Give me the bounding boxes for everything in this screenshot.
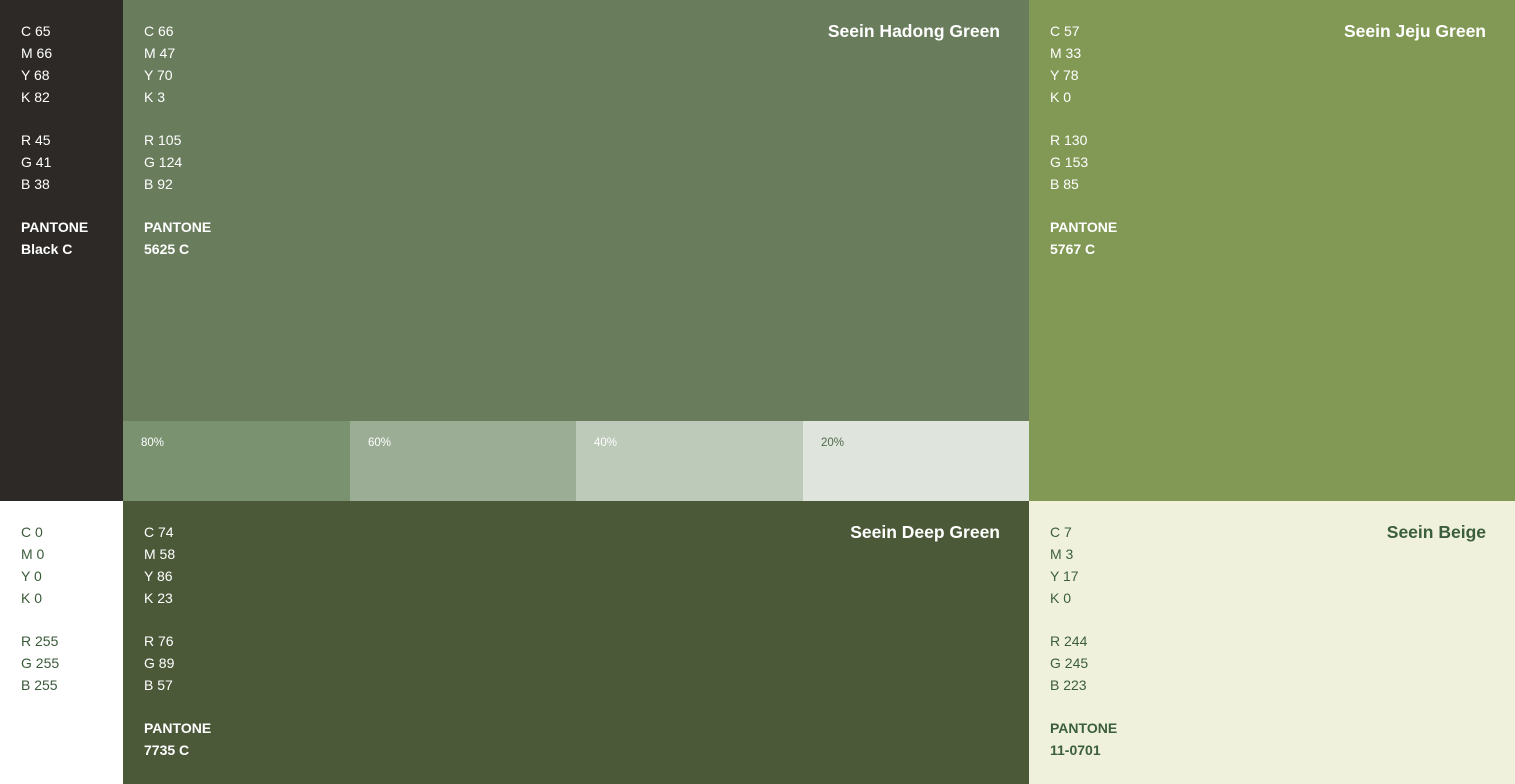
jeju-g: G 153 (1050, 154, 1089, 170)
jeju-r: R 130 (1050, 132, 1088, 148)
beige-g: G 245 (1050, 655, 1089, 671)
hadong-y: Y 70 (144, 67, 173, 83)
beige-y: Y 17 (1050, 568, 1079, 584)
swatch-white: C 0 M 0 Y 0 K 0 R 255 G 255 B 255 (0, 501, 123, 784)
black-b: B 38 (21, 176, 50, 192)
tint-80: 80% (123, 421, 350, 501)
tint-60-label: 60% (368, 437, 392, 449)
hadong-title: Seein Hadong Green (827, 21, 1000, 41)
deep-g: G 89 (144, 655, 175, 671)
beige-b: B 223 (1050, 677, 1087, 693)
jeju-specs: C 57 M 33 Y 78 K 0 R 130 G 153 B 85 PANT… (1050, 20, 1117, 260)
swatch-jeju-green: C 57 M 33 Y 78 K 0 R 130 G 153 B 85 PANT… (1029, 0, 1515, 501)
tint-20-label: 20% (821, 437, 845, 449)
tint-40: 40% (576, 421, 803, 501)
jeju-k: K 0 (1050, 89, 1072, 105)
tint-80-label: 80% (141, 437, 165, 449)
white-m: M 0 (21, 546, 45, 562)
jeju-y: Y 78 (1050, 67, 1079, 83)
white-b: B 255 (21, 677, 58, 693)
hadong-pantone-label: PANTONE (144, 219, 212, 235)
hadong-c: C 66 (144, 23, 174, 39)
white-g: G 255 (21, 655, 60, 671)
white-k: K 0 (21, 590, 43, 606)
hadong-pantone-code: 5625 C (144, 241, 190, 257)
beige-pantone-code: 11-0701 (1050, 742, 1101, 758)
jeju-pantone-code: 5767 C (1050, 241, 1096, 257)
deep-k: K 23 (144, 590, 173, 606)
black-r: R 45 (21, 132, 51, 148)
deep-pantone-label: PANTONE (144, 720, 212, 736)
jeju-pantone-label: PANTONE (1050, 219, 1118, 235)
tint-20: 20% (803, 421, 1029, 501)
black-y: Y 68 (21, 67, 50, 83)
jeju-m: M 33 (1050, 45, 1082, 61)
swatch-deep-green: C 74 M 58 Y 86 K 23 R 76 G 89 B 57 PANTO… (123, 501, 1029, 784)
white-c: C 0 (21, 524, 43, 540)
tint-60: 60% (350, 421, 576, 501)
swatch-beige: C 7 M 3 Y 17 K 0 R 244 G 245 B 223 PANTO… (1029, 501, 1515, 784)
black-specs: C 65 M 66 Y 68 K 82 R 45 G 41 B 38 PANTO… (21, 20, 88, 260)
jeju-b: B 85 (1050, 176, 1079, 192)
tint-40-label: 40% (594, 437, 618, 449)
beige-title: Seein Beige (1386, 522, 1486, 542)
hadong-r: R 105 (144, 132, 182, 148)
black-pantone-code: Black C (21, 241, 73, 257)
hadong-specs: C 66 M 47 Y 70 K 3 R 105 G 124 B 92 PANT… (144, 20, 211, 260)
beige-specs: C 7 M 3 Y 17 K 0 R 244 G 245 B 223 PANTO… (1050, 521, 1117, 761)
beige-c: C 7 (1050, 524, 1072, 540)
beige-pantone-label: PANTONE (1050, 720, 1118, 736)
deep-r: R 76 (144, 633, 174, 649)
deep-b: B 57 (144, 677, 173, 693)
deep-title: Seein Deep Green (850, 522, 1000, 542)
deep-c: C 74 (144, 524, 174, 540)
white-y: Y 0 (21, 568, 42, 584)
deep-y: Y 86 (144, 568, 173, 584)
deep-specs: C 74 M 58 Y 86 K 23 R 76 G 89 B 57 PANTO… (144, 521, 211, 761)
beige-r: R 244 (1050, 633, 1088, 649)
deep-m: M 58 (144, 546, 176, 562)
jeju-title: Seein Jeju Green (1343, 21, 1486, 41)
hadong-m: M 47 (144, 45, 176, 61)
black-pantone-label: PANTONE (21, 219, 89, 235)
white-specs: C 0 M 0 Y 0 K 0 R 255 G 255 B 255 (21, 521, 59, 696)
beige-m: M 3 (1050, 546, 1074, 562)
hadong-b: B 92 (144, 176, 173, 192)
black-c: C 65 (21, 23, 51, 39)
black-m: M 66 (21, 45, 53, 61)
beige-k: K 0 (1050, 590, 1072, 606)
white-r: R 255 (21, 633, 59, 649)
deep-pantone-code: 7735 C (144, 742, 190, 758)
jeju-c: C 57 (1050, 23, 1080, 39)
black-g: G 41 (21, 154, 52, 170)
hadong-k: K 3 (144, 89, 166, 105)
black-k: K 82 (21, 89, 50, 105)
hadong-g: G 124 (144, 154, 183, 170)
swatch-black: C 65 M 66 Y 68 K 82 R 45 G 41 B 38 PANTO… (0, 0, 123, 501)
